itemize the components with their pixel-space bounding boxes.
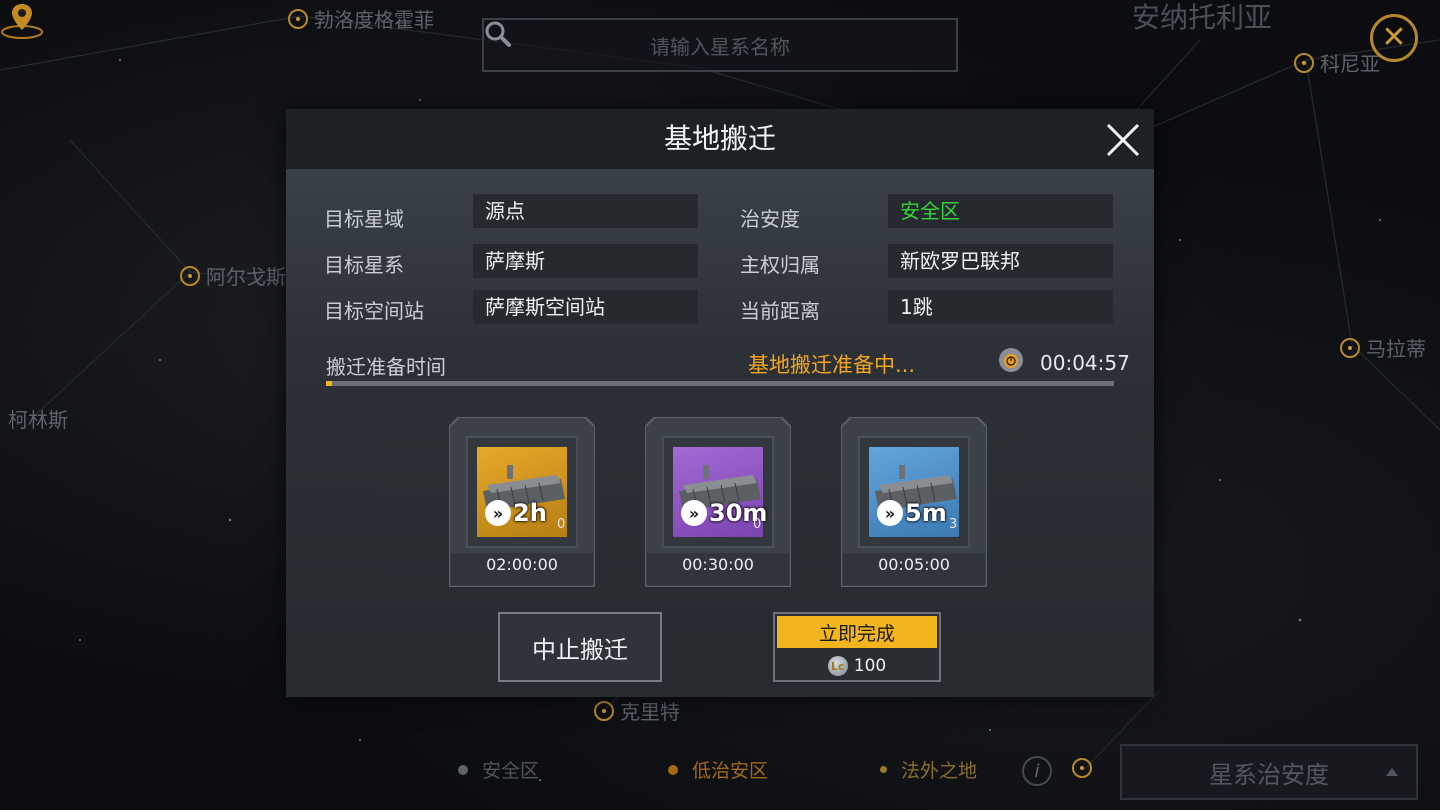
abort-relocation-button[interactable]: 中止搬迁 [498,612,662,682]
item-count: 0 [753,517,762,532]
sovereignty-label: 主权归属 [740,253,820,277]
currency-coin-icon: Lc [827,656,848,676]
star-node-bottom[interactable] [1072,758,1092,778]
search-placeholder: 请输入星系名称 [650,34,790,59]
speedup-amount-text: 5m [905,499,947,527]
expand-arrow-icon [1386,768,1398,776]
abort-button-label: 中止搬迁 [532,635,628,664]
sovereignty-value: 新欧罗巴联邦 [888,244,1113,278]
item-duration: 00:30:00 [682,555,754,574]
fast-forward-icon: » [877,500,903,526]
search-input[interactable]: 请输入星系名称 [482,18,958,72]
speedup-amount: » 5m [877,499,947,527]
legend-safe: 安全区 [458,756,539,783]
system-security-label: 星系治安度 [1209,760,1329,789]
legend-low-sec-label: 低治安区 [692,760,769,782]
system-marker-icon [594,700,614,721]
security-label: 治安度 [740,207,800,231]
finish-now-label: 立即完成 [777,616,937,648]
low-sec-dot-icon [668,764,678,775]
legend-low-sec: 低治安区 [668,756,768,783]
location-pin-icon[interactable] [0,0,44,40]
target-station-label: 目标空间站 [324,299,424,323]
star-node-2[interactable]: 阿尔戈斯 [180,261,286,290]
star-node-4[interactable]: 柯林斯 [8,404,68,433]
base-relocation-dialog: 基地搬迁 目标星域 源点 治安度 安全区 目标星系 萨摩斯 主权归属 新欧罗巴联… [286,109,1154,697]
legend-lawless-label: 法外之地 [901,760,978,782]
dialog-title: 基地搬迁 [663,122,776,155]
progress-bar-fill [326,381,333,386]
speedup-item-5m[interactable]: » 5m 3 00:05:00 [841,417,987,587]
info-icon[interactable]: i [1022,756,1052,786]
star-node-label: 克里特 [620,700,680,724]
item-duration: 00:05:00 [878,555,950,574]
system-marker-icon [1340,337,1360,358]
close-map-icon[interactable]: ✕ [1370,14,1418,62]
speedup-amount-text: 2h [513,499,547,527]
star-node-label: 科尼亚 [1320,52,1380,76]
speedup-amount: » 2h [485,499,547,527]
remaining-time: 00:04:57 [1040,351,1130,375]
distance-label: 当前距离 [740,299,820,323]
system-security-button[interactable]: 星系治安度 [1120,744,1418,800]
star-node-3[interactable]: 马拉蒂 [1340,333,1426,362]
target-system-label: 目标星系 [324,253,404,277]
safe-dot-icon [458,764,468,775]
progress-bar [326,381,1114,386]
legend-safe-label: 安全区 [482,760,540,782]
system-marker-icon [180,265,200,286]
target-system-value: 萨摩斯 [473,244,698,278]
distance-value: 1跳 [888,290,1113,324]
system-marker-icon [1072,758,1092,778]
close-icon[interactable] [1104,121,1142,159]
prep-time-label: 搬迁准备时间 [326,355,446,379]
legend-lawless: 法外之地 [880,756,977,783]
security-value: 安全区 [888,194,1113,228]
lawless-dot-icon [880,766,887,773]
target-station-value: 萨摩斯空间站 [473,290,698,324]
target-domain-value: 源点 [473,194,698,228]
finish-cost-value: 100 [853,656,887,676]
item-duration: 02:00:00 [486,555,558,574]
dialog-body: 目标星域 源点 治安度 安全区 目标星系 萨摩斯 主权归属 新欧罗巴联邦 目标空… [286,169,1154,697]
timer-icon [999,348,1023,372]
star-node-0[interactable]: 勃洛度格霍菲 [288,4,434,33]
speedup-item-2h[interactable]: » 2h 0 02:00:00 [449,417,595,587]
region-label: 安纳托利亚 [1132,1,1273,34]
system-marker-icon [288,8,308,29]
star-node-1[interactable]: 科尼亚 [1294,48,1380,77]
relocation-status: 基地搬迁准备中... [748,353,916,377]
system-marker-icon [1294,52,1314,73]
star-node-label: 柯林斯 [8,408,68,432]
star-node-label: 马拉蒂 [1366,337,1426,361]
finish-now-button[interactable]: 立即完成 Lc 100 [773,612,941,682]
star-node-label: 勃洛度格霍菲 [314,8,434,32]
item-count: 3 [949,517,958,532]
star-node-5[interactable]: 克里特 [594,696,680,725]
star-node-label: 阿尔戈斯 [206,265,286,289]
speedup-item-30m[interactable]: » 30m 0 00:30:00 [645,417,791,587]
finish-cost: Lc 100 [775,650,939,682]
item-count: 0 [557,517,566,532]
fast-forward-icon: » [681,500,707,526]
fast-forward-icon: » [485,500,511,526]
target-domain-label: 目标星域 [324,207,404,231]
search-icon[interactable] [484,20,512,48]
